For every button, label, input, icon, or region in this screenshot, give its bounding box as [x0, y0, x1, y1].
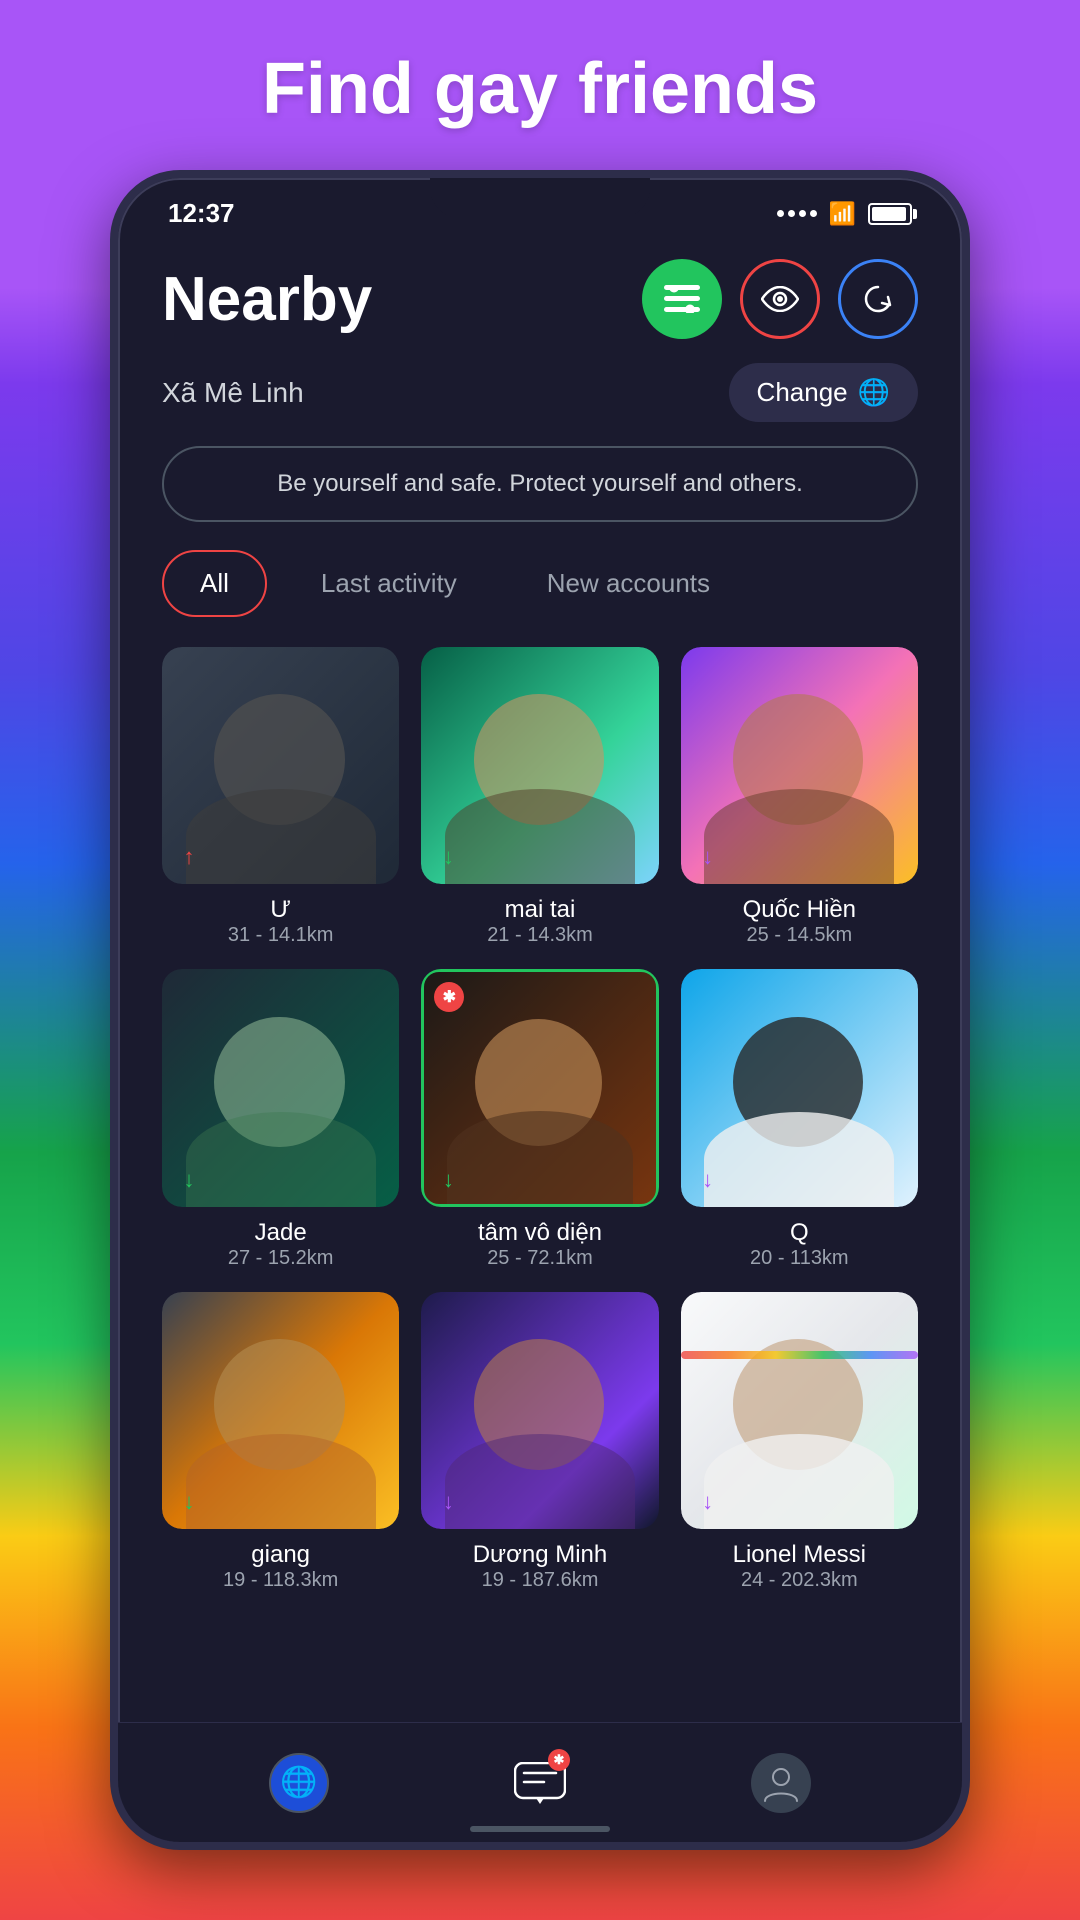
change-label: Change: [757, 377, 848, 408]
nearby-title: Nearby: [162, 264, 372, 335]
profile-info: 27 - 15.2km: [162, 1247, 399, 1270]
profile-name: mai tai: [421, 896, 658, 924]
header-actions: [642, 259, 918, 339]
tab-new-accounts[interactable]: New accounts: [511, 552, 746, 615]
profile-info: 19 - 187.6km: [421, 1569, 658, 1592]
profile-name: tâm vô diện: [421, 1219, 658, 1247]
page-wrapper: Find gay friends 12:37 📶 Nearby: [0, 0, 1080, 1850]
filter-tabs: All Last activity New accounts: [162, 550, 918, 617]
profile-card[interactable]: ↓ giang 19 - 118.3km: [162, 1292, 399, 1592]
profile-card[interactable]: ↓ Jade 27 - 15.2km: [162, 969, 399, 1269]
nav-item-profile[interactable]: [751, 1753, 811, 1813]
profile-info: 31 - 14.1km: [162, 924, 399, 947]
profile-info: 21 - 14.3km: [421, 924, 658, 947]
profile-card[interactable]: ↓ Quốc Hiền 25 - 14.5km: [681, 647, 918, 947]
home-indicator: [470, 1826, 610, 1832]
tab-all[interactable]: All: [162, 550, 267, 617]
profile-name: Ư: [162, 896, 399, 924]
wifi-icon: 📶: [829, 201, 856, 227]
profile-card[interactable]: ↓ Q 20 - 113km: [681, 969, 918, 1269]
profile-name: Dương Minh: [421, 1541, 658, 1569]
profile-card[interactable]: ↑ Ư 31 - 14.1km: [162, 647, 399, 947]
tab-last-activity[interactable]: Last activity: [285, 552, 493, 615]
header-row: Nearby: [162, 259, 918, 339]
profile-info: 25 - 14.5km: [681, 924, 918, 947]
profile-card[interactable]: ↓ Lionel Messi 24 - 202.3km: [681, 1292, 918, 1592]
profiles-grid: ↑ Ư 31 - 14.1km ↓: [162, 647, 918, 1592]
safety-banner: Be yourself and safe. Protect yourself a…: [162, 446, 918, 522]
phone-notch: [430, 178, 650, 218]
status-time: 12:37: [168, 198, 235, 229]
bottom-nav: 🌐 ✱: [118, 1722, 962, 1842]
profile-info: 25 - 72.1km: [421, 1247, 658, 1270]
profile-name: Lionel Messi: [681, 1541, 918, 1569]
status-right: 📶: [777, 201, 912, 227]
nav-item-nearby[interactable]: 🌐: [269, 1753, 329, 1813]
change-location-button[interactable]: Change 🌐: [729, 363, 918, 422]
location-row: Xã Mê Linh Change 🌐: [162, 363, 918, 422]
profile-card[interactable]: ↓ Dương Minh 19 - 187.6km: [421, 1292, 658, 1592]
phone-frame: 12:37 📶 Nearby: [110, 170, 970, 1850]
signal-dots: [777, 210, 817, 217]
profile-card[interactable]: ✱ ↓ tâm vô diện 25 - 72.1km: [421, 969, 658, 1269]
globe-icon: 🌐: [858, 377, 890, 408]
eye-button[interactable]: [740, 259, 820, 339]
profile-name: Jade: [162, 1219, 399, 1247]
battery-icon: [868, 203, 912, 225]
app-content: Nearby: [118, 239, 962, 1612]
profile-info: 24 - 202.3km: [681, 1569, 918, 1592]
profile-name: Q: [681, 1219, 918, 1247]
profile-info: 20 - 113km: [681, 1247, 918, 1270]
location-text: Xã Mê Linh: [162, 377, 304, 409]
person-nav-icon: [751, 1753, 811, 1813]
profile-name: giang: [162, 1541, 399, 1569]
nav-item-messages[interactable]: ✱: [510, 1753, 570, 1813]
refresh-button[interactable]: [838, 259, 918, 339]
message-badge: ✱: [548, 1749, 570, 1771]
filter-button[interactable]: [642, 259, 722, 339]
globe-nav-icon: 🌐: [269, 1753, 329, 1813]
profile-name: Quốc Hiền: [681, 896, 918, 924]
hero-title: Find gay friends: [0, 0, 1080, 170]
profile-card[interactable]: ↓ mai tai 21 - 14.3km: [421, 647, 658, 947]
profile-info: 19 - 118.3km: [162, 1569, 399, 1592]
